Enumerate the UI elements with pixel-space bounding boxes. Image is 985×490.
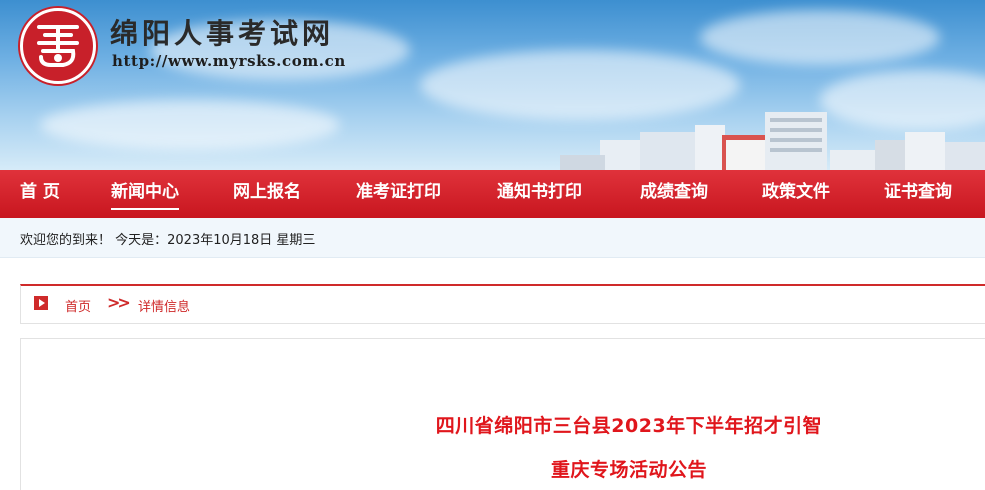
play-square-icon bbox=[34, 296, 48, 310]
main-nav: 首 页 新闻中心 网上报名 准考证打印 通知书打印 成绩查询 政策文件 证书查询 bbox=[0, 170, 985, 218]
article-title-line1: 四川省绵阳市三台县2023年下半年招才引智 bbox=[435, 415, 823, 437]
nav-item-certificate-query[interactable]: 证书查询 bbox=[884, 170, 952, 218]
nav-item-admission-ticket[interactable]: 准考证打印 bbox=[356, 170, 441, 218]
site-url: http://www.myrsks.com.cn bbox=[112, 52, 346, 70]
breadcrumb: 首页 >> 详情信息 bbox=[20, 284, 985, 324]
breadcrumb-separator: >> bbox=[107, 293, 131, 312]
nav-item-notice-print[interactable]: 通知书打印 bbox=[497, 170, 582, 218]
breadcrumb-current: 详情信息 bbox=[138, 300, 191, 315]
nav-item-registration[interactable]: 网上报名 bbox=[233, 170, 301, 218]
nav-item-score-query[interactable]: 成绩查询 bbox=[640, 170, 708, 218]
welcome-bar: 欢迎您的到来！ 今天是：2023年10月18日 星期三 bbox=[0, 218, 985, 258]
nav-item-news[interactable]: 新闻中心 bbox=[111, 170, 179, 218]
site-logo[interactable] bbox=[20, 8, 96, 84]
breadcrumb-home-link[interactable]: 首页 bbox=[65, 296, 91, 315]
article-panel: 四川省绵阳市三台县2023年下半年招才引智 重庆专场活动公告 bbox=[20, 338, 985, 490]
nav-item-policy[interactable]: 政策文件 bbox=[762, 170, 830, 218]
site-title: 绵阳人事考试网 bbox=[110, 17, 335, 50]
article-title-line2: 重庆专场活动公告 bbox=[550, 459, 707, 481]
seal-logo-icon bbox=[37, 25, 79, 67]
nav-item-home[interactable]: 首 页 bbox=[20, 170, 60, 218]
header-banner: 绵阳人事考试网 http://www.myrsks.com.cn bbox=[0, 0, 985, 170]
welcome-text: 欢迎您的到来！ 今天是：2023年10月18日 星期三 bbox=[20, 233, 316, 248]
